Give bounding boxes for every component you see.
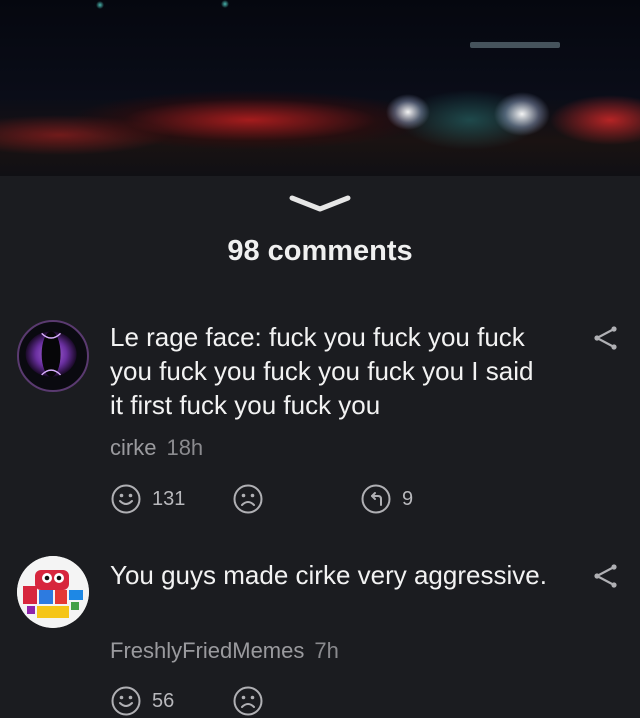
reply-button[interactable]: 9: [360, 482, 413, 516]
comment-meta: cirke 18h: [110, 435, 203, 461]
comment-text: Le rage face: fuck you fuck you fuck you…: [110, 322, 534, 420]
share-icon[interactable]: [592, 324, 620, 352]
avatar[interactable]: [17, 320, 89, 392]
upvote-button[interactable]: 56: [110, 684, 174, 718]
comments-count: 98 comments: [227, 235, 413, 267]
upvote-count: 56: [152, 689, 175, 712]
frown-icon: [233, 686, 263, 716]
avatar[interactable]: [17, 556, 89, 628]
image-detail: [470, 42, 560, 48]
comment-author[interactable]: FreshlyFriedMemes: [110, 638, 304, 663]
avatar-image: [25, 331, 77, 377]
smiley-icon: [111, 686, 141, 716]
reply-count: 9: [402, 487, 414, 510]
downvote-button[interactable]: [232, 482, 264, 516]
post-image[interactable]: [0, 0, 640, 176]
comment-time: 7h: [314, 638, 339, 663]
reply-icon: [361, 484, 391, 514]
comment-text: You guys made cirke very aggressive.: [110, 560, 547, 590]
comment-time: 18h: [166, 435, 204, 460]
upvote-count: 131: [152, 487, 186, 510]
chevron-down-icon[interactable]: [288, 192, 352, 216]
comment-author[interactable]: cirke: [110, 435, 156, 460]
upvote-button[interactable]: 131: [110, 482, 185, 516]
share-icon[interactable]: [592, 562, 620, 590]
avatar-image: [17, 556, 89, 628]
comment-meta: FreshlyFriedMemes 7h: [110, 638, 339, 664]
frown-icon: [233, 484, 263, 514]
downvote-button[interactable]: [232, 684, 264, 718]
smiley-icon: [111, 484, 141, 514]
